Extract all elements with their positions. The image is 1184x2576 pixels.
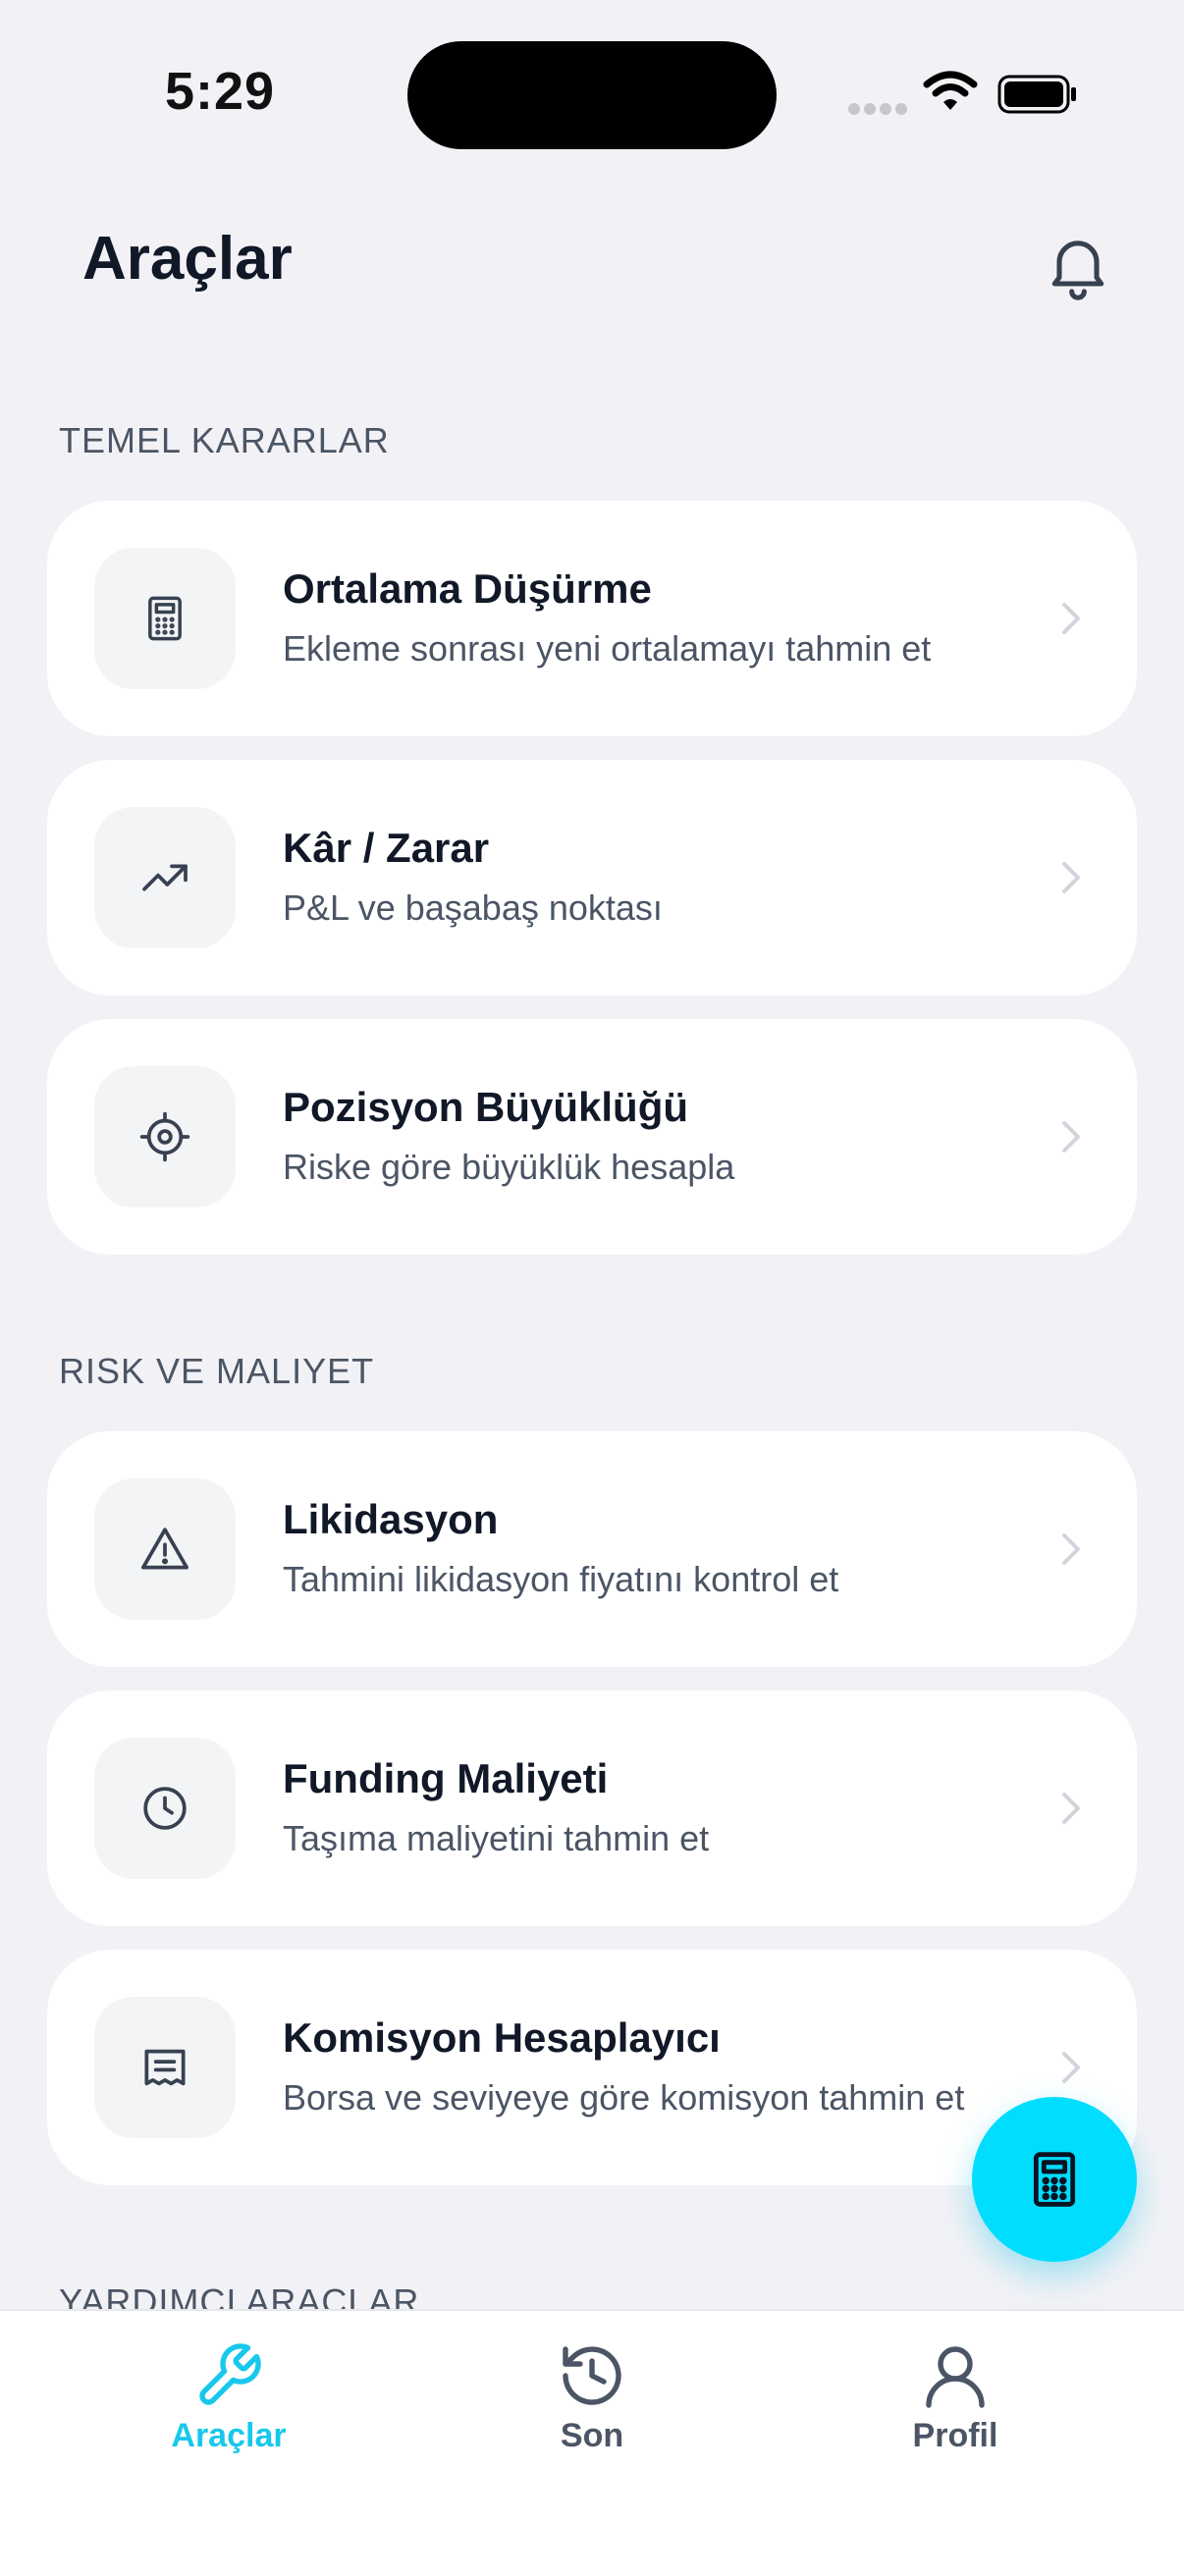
crosshair-icon (139, 1111, 190, 1162)
history-icon (563, 2346, 621, 2405)
tool-icon-box (94, 807, 236, 948)
tool-subtitle: P&L ve başabaş noktası (283, 887, 663, 928)
tab-label: Son (560, 2417, 624, 2454)
clock-icon (143, 1787, 187, 1830)
tool-subtitle: Taşıma maliyetini tahmin et (283, 1818, 710, 1858)
tool-icon-box (94, 1066, 236, 1208)
page-title: Araçlar (82, 225, 293, 293)
battery-icon (997, 75, 1076, 114)
trending-up-icon (142, 864, 188, 891)
chevron-right-icon (1062, 862, 1080, 893)
tool-subtitle: Borsa ve seviyeye göre komisyon tahmin e… (283, 2077, 965, 2118)
chevron-right-icon (1062, 1121, 1080, 1153)
receipt-icon (144, 2049, 186, 2086)
tool-icon-box (94, 548, 236, 689)
tool-card-funding-maliyeti[interactable]: Funding Maliyeti Taşıma maliyetini tahmi… (47, 1690, 1137, 1926)
tab-profil[interactable]: Profil (808, 2340, 1103, 2455)
bell-icon[interactable] (1041, 228, 1115, 302)
status-time: 5:29 (165, 62, 276, 121)
wifi-icon (923, 71, 978, 110)
chevron-right-icon (1062, 603, 1080, 634)
tool-card-kar-zarar[interactable]: Kâr / Zarar P&L ve başabaş noktası (47, 760, 1137, 995)
user-icon (926, 2346, 985, 2408)
tool-subtitle: Riske göre büyüklük hesapla (283, 1147, 735, 1187)
wrench-icon (199, 2343, 261, 2405)
bottom-tab-bar: Araçlar Son Profil (0, 2309, 1184, 2576)
tool-subtitle: Tahmini likidasyon fiyatını kontrol et (283, 1559, 839, 1599)
dynamic-island (407, 41, 777, 149)
chevron-right-icon (1062, 1793, 1080, 1824)
tool-title: Komisyon Hesaplayıcı (283, 2014, 721, 2061)
tab-label: Profil (912, 2417, 998, 2454)
tool-card-komisyon-hesaplayici[interactable]: Komisyon Hesaplayıcı Borsa ve seviyeye g… (47, 1950, 1137, 2185)
tool-icon-box (94, 1738, 236, 1879)
calculator-fab-button[interactable] (972, 2097, 1137, 2262)
tool-icon-box (94, 1478, 236, 1620)
tab-label: Araçlar (171, 2417, 287, 2454)
tool-subtitle: Ekleme sonrası yeni ortalamayı tahmin et (283, 628, 932, 669)
tool-card-ortalama-dusurme[interactable]: Ortalama Düşürme Ekleme sonrası yeni ort… (47, 501, 1137, 736)
tool-title: Kâr / Zarar (283, 825, 490, 871)
calculator-icon (148, 596, 182, 641)
chevron-right-icon (1062, 2052, 1080, 2083)
cellular-signal-icon (848, 102, 911, 120)
tool-title: Pozisyon Büyüklüğü (283, 1084, 689, 1130)
section-title-risk-ve-maliyet: RISK VE MALIYET (59, 1351, 375, 1391)
tool-title: Funding Maliyeti (283, 1755, 609, 1801)
tool-title: Ortalama Düşürme (283, 565, 652, 612)
warning-icon (140, 1528, 189, 1570)
tab-son[interactable]: Son (445, 2340, 739, 2455)
tab-araclar[interactable]: Araçlar (81, 2340, 376, 2455)
calculator-icon (1033, 2152, 1076, 2207)
tool-icon-box (94, 1997, 236, 2138)
tool-title: Likidasyon (283, 1496, 499, 1542)
status-bar: 5:29 (0, 0, 1184, 187)
tool-card-likidasyon[interactable]: Likidasyon Tahmini likidasyon fiyatını k… (47, 1431, 1137, 1667)
section-title-temel-kararlar: TEMEL KARARLAR (59, 420, 390, 460)
tool-card-pozisyon-buyuklugu[interactable]: Pozisyon Büyüklüğü Riske göre büyüklük h… (47, 1019, 1137, 1255)
chevron-right-icon (1062, 1533, 1080, 1565)
